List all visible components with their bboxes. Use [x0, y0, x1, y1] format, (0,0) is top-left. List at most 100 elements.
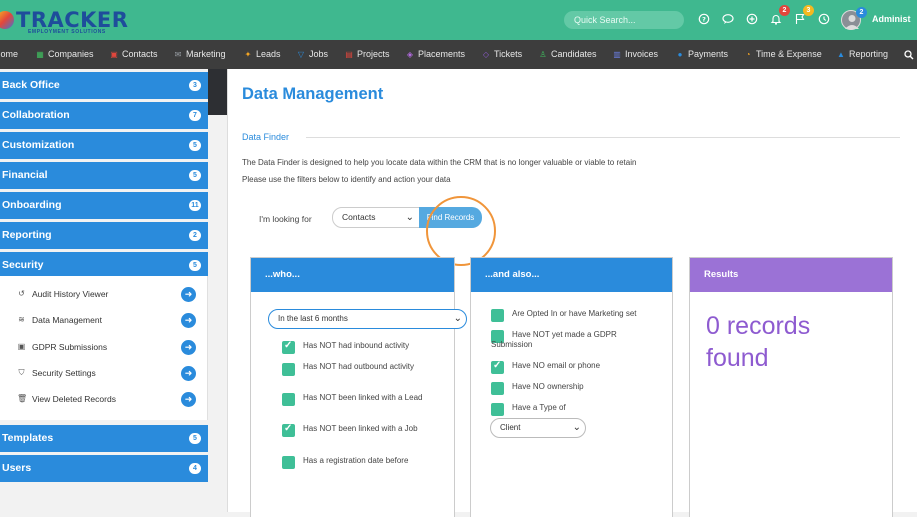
sidebar-item-gdpr[interactable]: ▣ GDPR Submissions ➜: [0, 334, 208, 360]
companies-icon: ▦: [36, 50, 44, 59]
sidebar-item-data-management[interactable]: ≋ Data Management ➜: [0, 307, 208, 333]
time-icon: ◔: [745, 50, 751, 59]
count-badge: 7: [189, 110, 201, 121]
also-panel: ...and also... Are Opted In or have Mark…: [470, 257, 673, 517]
sidebar-group-customization[interactable]: Customization 5: [0, 132, 208, 159]
reporting-icon: ▲: [837, 50, 845, 59]
sidebar-divider: [208, 69, 227, 115]
count-badge: 5: [189, 433, 201, 444]
nav-time-expense[interactable]: ◔ Time & Expense: [744, 40, 822, 69]
candidates-icon: ♙: [539, 50, 547, 59]
shield-icon: ⛉: [18, 368, 25, 377]
nav-jobs[interactable]: ▽ Jobs: [297, 40, 328, 69]
history-icon[interactable]: [818, 13, 830, 25]
count-badge: 3: [189, 80, 201, 91]
help-icon[interactable]: ?: [698, 13, 710, 25]
logo-mark-icon: [0, 11, 14, 29]
page-title: Data Management: [242, 85, 384, 103]
nav-leads[interactable]: ✦ Leads: [244, 40, 281, 69]
main-nav: Home ▦Companies ▣Contacts ✉Marketing ✦Le…: [0, 40, 917, 69]
placements-icon: ◈: [406, 50, 414, 59]
nav-payments[interactable]: ● Payments: [676, 40, 728, 69]
nav-invoices[interactable]: ▥ Invoices: [613, 40, 658, 69]
sidebar-group-onboarding[interactable]: Onboarding 11: [0, 192, 208, 219]
sidebar-group-reporting[interactable]: Reporting 2: [0, 222, 208, 249]
period-select[interactable]: In the last 6 months ⌄: [268, 309, 467, 329]
contacts-icon: ▣: [110, 50, 118, 59]
looking-for-label: I'm looking for: [259, 214, 312, 224]
nav-search[interactable]: [904, 40, 914, 69]
nav-marketing[interactable]: ✉ Marketing: [174, 40, 226, 69]
count-badge: 5: [189, 140, 201, 151]
arrow-right-icon[interactable]: ➜: [181, 340, 196, 355]
also-panel-title: ...and also...: [471, 258, 672, 292]
who-panel-title: ...who...: [251, 258, 454, 292]
count-badge: 5: [189, 260, 201, 271]
count-badge: 11: [189, 200, 201, 211]
marketing-icon: ✉: [174, 50, 182, 59]
record-type-select[interactable]: Contacts ⌄: [332, 207, 420, 228]
flags-badge: 3: [803, 5, 814, 16]
section-title: Data Finder: [242, 132, 290, 142]
projects-icon: ▤: [345, 50, 353, 59]
nav-home[interactable]: Home: [0, 40, 18, 69]
nav-placements[interactable]: ◈ Placements: [406, 40, 465, 69]
chevron-down-icon: ⌄: [453, 313, 462, 324]
quick-search-input[interactable]: Quick Search...: [564, 11, 684, 29]
avatar-badge: 2: [856, 7, 867, 18]
sidebar-item-audit-history[interactable]: ↺ Audit History Viewer ➜: [0, 281, 208, 307]
sidebar-item-security-settings[interactable]: ⛉ Security Settings ➜: [0, 360, 208, 386]
arrow-right-icon[interactable]: ➜: [181, 392, 196, 407]
top-header: TRACKER EMPLOYMENT SOLUTIONS Quick Searc…: [0, 0, 917, 40]
security-submenu: ↺ Audit History Viewer ➜ ≋ Data Manageme…: [0, 276, 208, 420]
trash-icon: 🗑: [17, 394, 28, 403]
description-text: Please use the filters below to identify…: [242, 175, 451, 184]
arrow-right-icon[interactable]: ➜: [181, 287, 196, 302]
database-icon: ≋: [18, 315, 25, 324]
history-icon: ↺: [18, 289, 25, 298]
nav-tickets[interactable]: ◇ Tickets: [482, 40, 522, 69]
records-count: 0 records: [706, 312, 811, 340]
logo-text: TRACKER: [16, 8, 129, 32]
gdpr-icon: ▣: [17, 342, 26, 351]
chat-icon[interactable]: [722, 13, 734, 25]
admin-sidebar: Back Office 3 Collaboration 7 Customizatio…: [0, 69, 227, 512]
count-badge: 4: [189, 463, 201, 474]
results-panel-title: Results: [690, 258, 892, 292]
arrow-right-icon[interactable]: ➜: [181, 313, 196, 328]
logo-subtext: EMPLOYMENT SOLUTIONS: [28, 29, 106, 35]
results-panel: Results 0 records found: [689, 257, 893, 517]
nav-contacts[interactable]: ▣ Contacts: [110, 40, 157, 69]
sidebar-item-deleted-records[interactable]: 🗑 View Deleted Records ➜: [0, 386, 208, 412]
who-panel: ...who... In the last 6 months ⌄ Has NOT…: [250, 257, 467, 517]
chevron-down-icon: ⌄: [405, 212, 414, 223]
sidebar-group-templates[interactable]: Templates 5: [0, 425, 208, 452]
main-content: Data Management Data Finder The Data Fin…: [227, 69, 917, 517]
chevron-down-icon: ⌄: [572, 422, 581, 433]
nav-reporting[interactable]: ▲ Reporting: [837, 40, 888, 69]
user-name-label[interactable]: Administ: [872, 14, 911, 24]
nav-companies[interactable]: ▦ Companies: [36, 40, 93, 69]
records-found: found: [706, 344, 769, 372]
count-badge: 2: [189, 230, 201, 241]
notifications-badge: 2: [779, 5, 790, 16]
sidebar-group-financial[interactable]: Financial 5: [0, 162, 208, 189]
tickets-icon: ◇: [482, 50, 490, 59]
sidebar-group-collaboration[interactable]: Collaboration 7: [0, 102, 208, 129]
sidebar-group-back-office[interactable]: Back Office 3: [0, 72, 208, 99]
section-divider: [306, 137, 900, 138]
nav-candidates[interactable]: ♙ Candidates: [539, 40, 596, 69]
nav-projects[interactable]: ▤ Projects: [345, 40, 389, 69]
type-select[interactable]: Client ⌄: [490, 418, 586, 438]
invoices-icon: ▥: [613, 50, 621, 59]
description-text: The Data Finder is designed to help you …: [242, 158, 637, 167]
tracker-logo[interactable]: TRACKER EMPLOYMENT SOLUTIONS: [0, 5, 128, 35]
payments-icon: ●: [677, 50, 683, 59]
jobs-icon: ▽: [297, 50, 305, 59]
arrow-right-icon[interactable]: ➜: [181, 366, 196, 381]
sidebar-group-security[interactable]: Security 5: [0, 252, 208, 279]
sidebar-group-users[interactable]: Users 4: [0, 455, 208, 482]
count-badge: 5: [189, 170, 201, 181]
svg-text:?: ?: [702, 15, 706, 23]
add-icon[interactable]: [746, 13, 758, 25]
